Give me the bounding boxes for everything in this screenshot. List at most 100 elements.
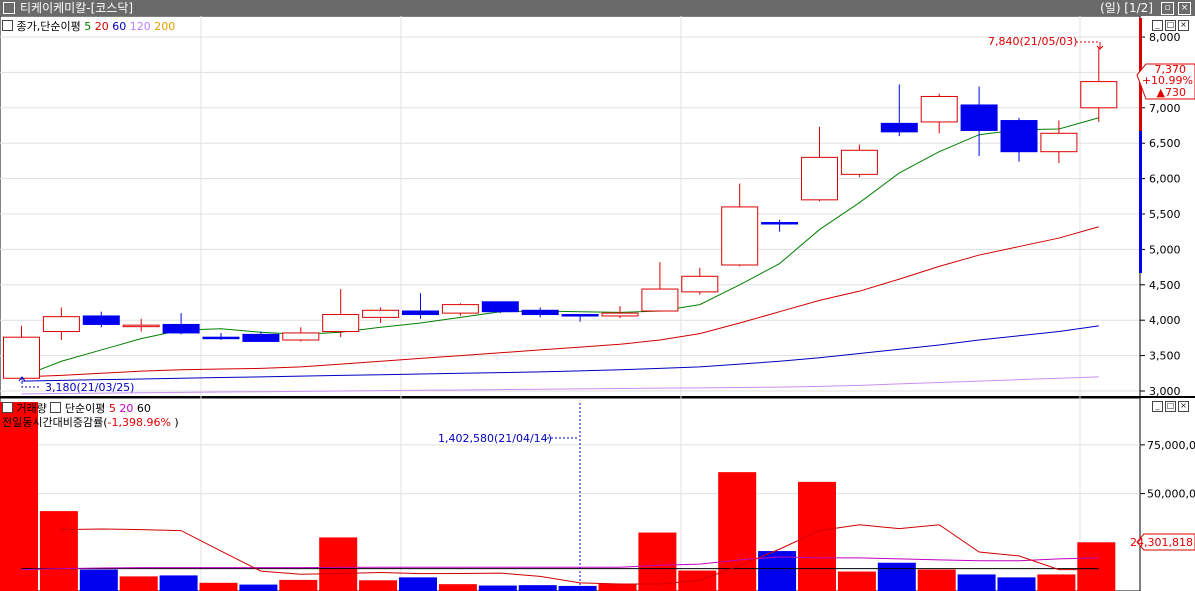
candle-body-26 (1040, 132, 1078, 153)
candle-body-27 (1080, 81, 1118, 109)
candle-body-17 (681, 275, 719, 293)
candle-body-20 (801, 156, 838, 201)
high-price-annotation: 7,840(21/05/03) (988, 35, 1077, 48)
volume-bar-25 (997, 577, 1036, 591)
price-tick-label-10: 3,000 (1149, 385, 1181, 398)
volume-y-axis: 75,000,000 50,000,000 (1140, 439, 1195, 501)
price-ma-legend-item-1: 20 (91, 20, 109, 33)
volume-ma-legend-checkbox[interactable] (50, 402, 62, 413)
close-icon[interactable]: × (1178, 2, 1191, 15)
price-panel-minimize-button[interactable]: _ (1152, 20, 1163, 31)
volume-legend-checkbox[interactable] (2, 402, 13, 413)
candle-body-12 (481, 301, 519, 313)
price-panel-close-button[interactable]: × (1178, 20, 1189, 31)
volume-bar-23 (917, 569, 956, 591)
candle-body-24 (960, 104, 998, 131)
price-tick-label-3: 6,500 (1149, 137, 1181, 150)
candle-body-23 (920, 95, 958, 123)
volume-bar-15 (598, 583, 637, 591)
volume-panel-minimize-button[interactable]: _ (1152, 401, 1163, 412)
volume-bar-5 (199, 582, 238, 591)
volume-bar-7 (279, 579, 318, 591)
candle-body-2 (82, 315, 120, 325)
title-bar: 티케이케미칼-[코스닥] (일) [1/2] ▫ × (0, 0, 1195, 16)
candle-body-15 (601, 312, 639, 317)
volume-tick-label-0: 75,000,000 (1147, 439, 1195, 452)
volume-bar-4 (159, 575, 198, 591)
volume-bar-0 (0, 402, 38, 591)
price-tick-label-8: 4,000 (1149, 314, 1181, 327)
candle-body-21 (840, 149, 878, 175)
candle-body-0 (3, 336, 40, 379)
price-tick-label-4: 6,000 (1149, 173, 1181, 186)
volume-bar-26 (1037, 574, 1076, 591)
volume-bar-11 (438, 584, 477, 591)
period-indicator[interactable]: (일) [1/2] (1100, 0, 1153, 16)
price-tick-label-7: 4,500 (1149, 279, 1181, 292)
window-title: 티케이케미칼-[코스닥] (20, 1, 134, 15)
price-tick-label-6: 5,000 (1149, 243, 1181, 256)
candle-body-4 (162, 323, 200, 334)
volume-bar-18 (718, 472, 757, 591)
volume-sub-legend-label: 전일동시간대비증감률( (2, 416, 108, 429)
volume-bar-8 (319, 537, 358, 591)
volume-bar-24 (957, 574, 996, 591)
candle-body-16 (641, 288, 679, 312)
volume-panel-close-button[interactable]: × (1178, 401, 1189, 412)
volume-panel-maximize-button[interactable]: □ (1165, 401, 1176, 412)
price-change: ▲730 (1157, 86, 1186, 99)
candle-body-14 (561, 314, 599, 317)
volume-bar-2 (79, 569, 118, 591)
candle-body-11 (441, 304, 479, 314)
price-legend: 종가,단순이평 5 20 60 120 200 (2, 18, 175, 34)
stock-chart[interactable]: 8,0007,5007,0006,5006,0005,5005,0004,500… (0, 16, 1195, 591)
candle-body-3 (122, 324, 160, 328)
candle-body-13 (521, 309, 559, 316)
volume-bar-27 (1077, 542, 1116, 591)
candle-body-10 (402, 310, 439, 316)
price-ma-legend: 5 20 60 120 200 (84, 20, 175, 33)
candle-body-5 (202, 336, 240, 340)
current-volume: 24,301,818 (1130, 536, 1193, 549)
candle-body-18 (721, 206, 759, 266)
max-volume-annotation: 1,402,580(21/04/14) (438, 432, 552, 445)
candle-body-8 (322, 314, 360, 333)
price-range-down-bar (1139, 131, 1142, 273)
volume-bar-13 (518, 585, 557, 591)
volume-bar-20 (798, 481, 836, 591)
price-ma-legend-item-3: 120 (126, 20, 151, 33)
price-legend-checkbox[interactable] (2, 20, 13, 31)
price-tick-label-0: 8,000 (1149, 31, 1181, 44)
price-tick-label-5: 5,500 (1149, 208, 1181, 221)
price-legend-label: 종가,단순이평 (16, 20, 81, 33)
volume-bar-6 (239, 584, 278, 591)
volume-sub-legend: 전일동시간대비증감률(-1,398.96% ) (2, 414, 179, 430)
volume-bar-12 (478, 585, 517, 591)
candle-body-25 (1000, 120, 1038, 153)
volume-bar-1 (39, 511, 78, 591)
price-ma-legend-item-4: 200 (150, 20, 176, 33)
price-panel (0, 16, 1141, 399)
restore-icon[interactable]: ▫ (1161, 2, 1174, 15)
volume-tick-label-1: 50,000,000 (1147, 488, 1195, 501)
volume-sub-legend-value: -1,398.96% (107, 416, 171, 429)
volume-bar-10 (399, 577, 437, 591)
candle-body-1 (42, 316, 80, 333)
volume-sub-legend-end: ) (170, 416, 179, 429)
price-ma-legend-item-2: 60 (108, 20, 127, 33)
candle-body-22 (880, 122, 918, 133)
volume-bar-3 (119, 576, 158, 591)
volume-bar-21 (837, 571, 876, 591)
volume-bar-22 (877, 562, 916, 591)
candle-body-9 (362, 309, 400, 318)
volume-bar-16 (638, 532, 677, 591)
candle-body-19 (761, 221, 799, 225)
low-price-annotation: 3,180(21/03/25) (45, 381, 134, 394)
candle-body-6 (242, 333, 280, 342)
window-menu-checkbox[interactable] (3, 2, 15, 14)
price-panel-maximize-button[interactable]: □ (1165, 20, 1176, 31)
volume-bar-14 (558, 585, 597, 591)
price-tick-label-2: 7,000 (1149, 102, 1181, 115)
volume-bar-9 (359, 580, 398, 591)
candle-body-7 (282, 332, 320, 341)
